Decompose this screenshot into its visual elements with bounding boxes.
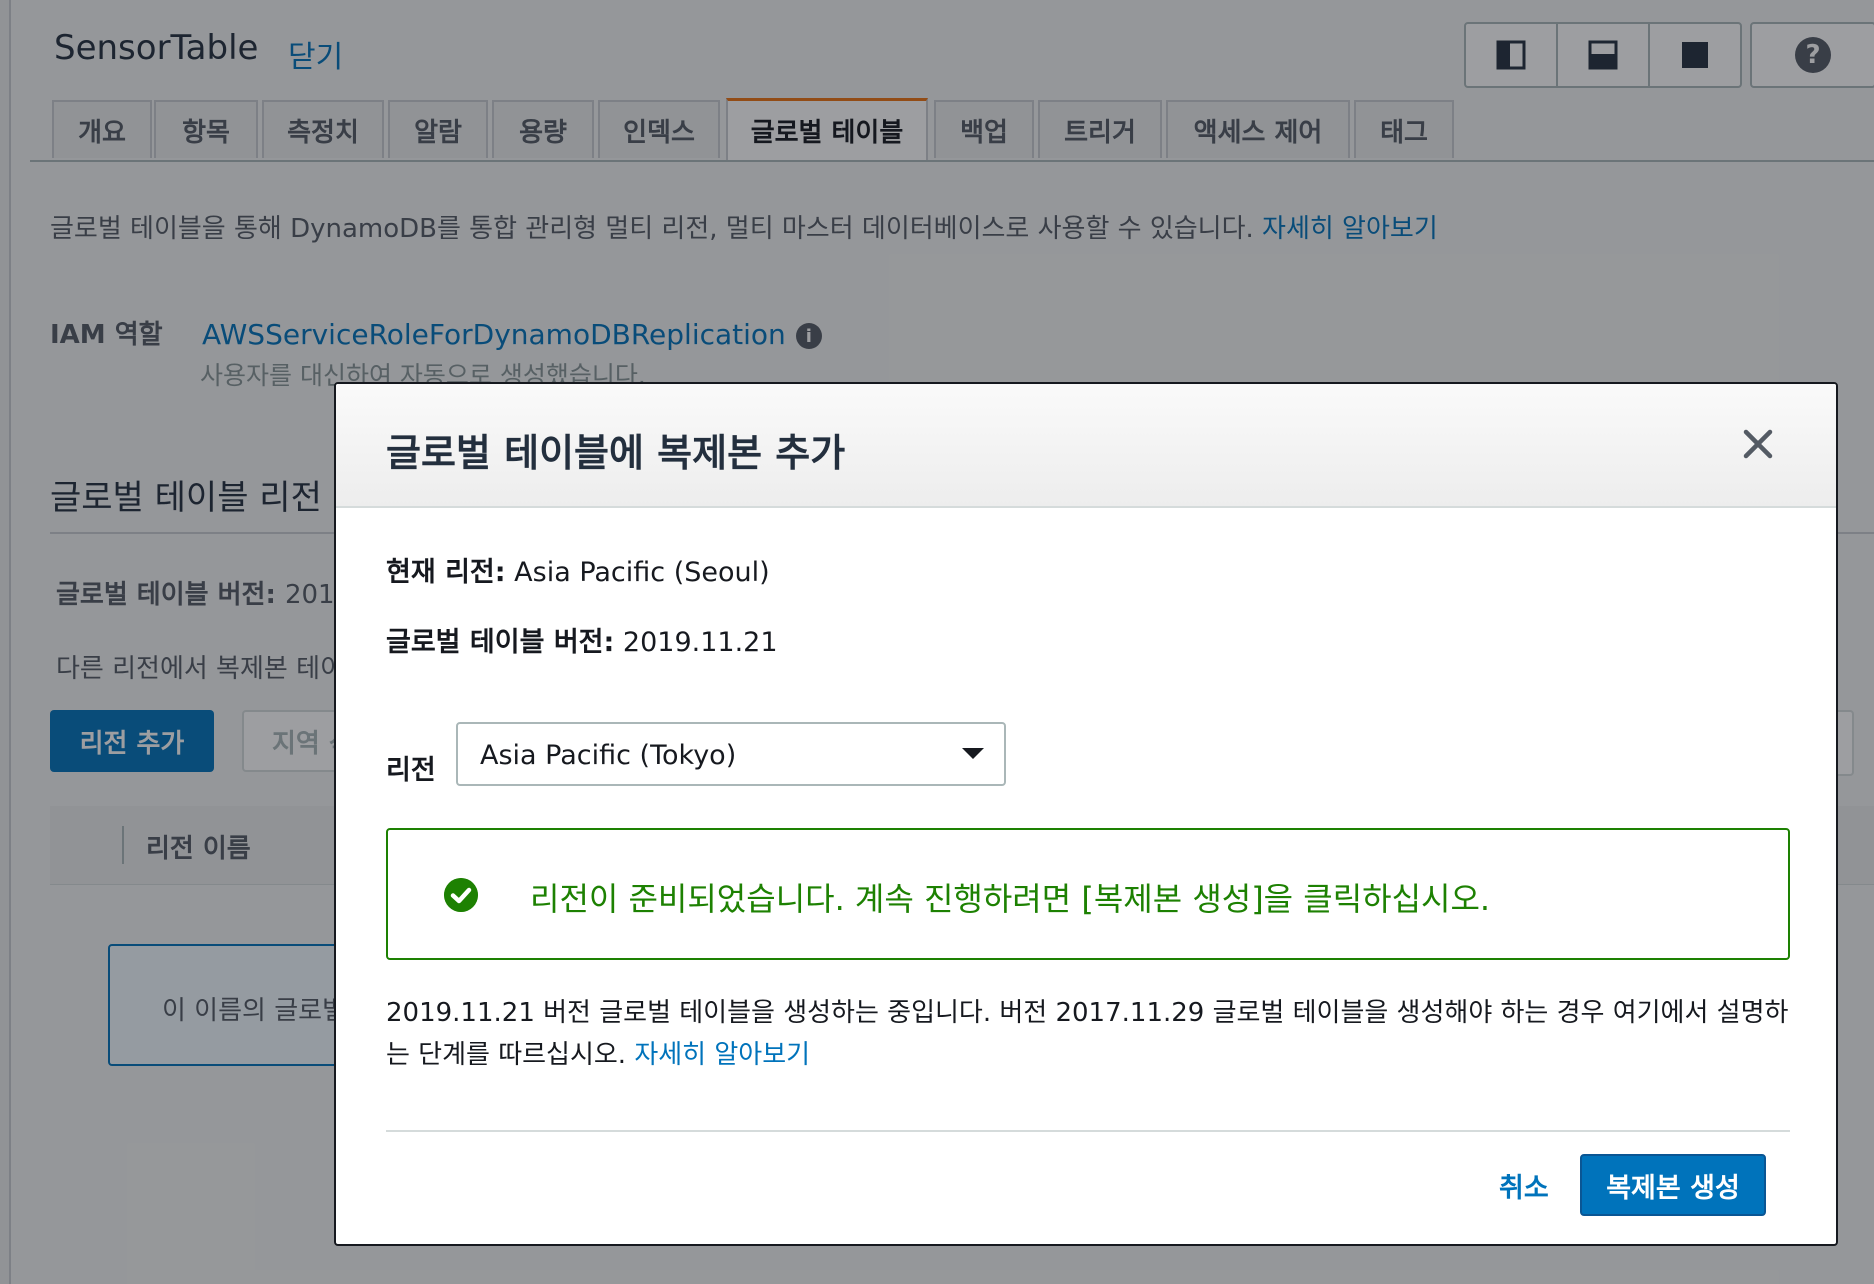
check-circle-icon — [444, 878, 478, 912]
success-alert: 리전이 준비되었습니다. 계속 진행하려면 [복제본 생성]을 클릭하십시오. — [386, 828, 1790, 960]
version-info-paragraph: 2019.11.21 버전 글로벌 테이블을 생성하는 중입니다. 버전 201… — [386, 992, 1790, 1076]
modal-learn-more-link[interactable]: 자세히 알아보기 — [634, 1040, 810, 1070]
region-select-label: 리전 — [386, 755, 436, 786]
region-select[interactable]: Asia Pacific (Tokyo) — [456, 722, 1006, 786]
modal-version-value: 2019.11.21 — [622, 627, 778, 658]
region-select-value: Asia Pacific (Tokyo) — [480, 740, 737, 771]
caret-down-icon — [962, 748, 984, 759]
modal-title: 글로벌 테이블에 복제본 추가 — [386, 431, 846, 475]
create-replica-button[interactable]: 복제본 생성 — [1580, 1154, 1766, 1216]
current-region-label: 현재 리전: — [386, 557, 506, 588]
current-region: 현재 리전: Asia Pacific (Seoul) — [386, 550, 770, 589]
add-replica-modal: 글로벌 테이블에 복제본 추가 현재 리전: Asia Pacific (Seo… — [334, 382, 1838, 1246]
modal-version-label: 글로벌 테이블 버전: — [386, 627, 615, 658]
modal-version: 글로벌 테이블 버전: 2019.11.21 — [386, 620, 778, 659]
close-icon[interactable] — [1740, 426, 1776, 462]
cancel-button[interactable]: 취소 — [1499, 1166, 1549, 1205]
modal-footer-divider — [386, 1130, 1790, 1132]
modal-header: 글로벌 테이블에 복제본 추가 — [336, 384, 1836, 508]
success-message: 리전이 준비되었습니다. 계속 진행하려면 [복제본 생성]을 클릭하십시오. — [530, 880, 1491, 918]
current-region-value: Asia Pacific (Seoul) — [514, 557, 770, 588]
version-info-text: 2019.11.21 버전 글로벌 테이블을 생성하는 중입니다. 버전 201… — [386, 998, 1789, 1070]
